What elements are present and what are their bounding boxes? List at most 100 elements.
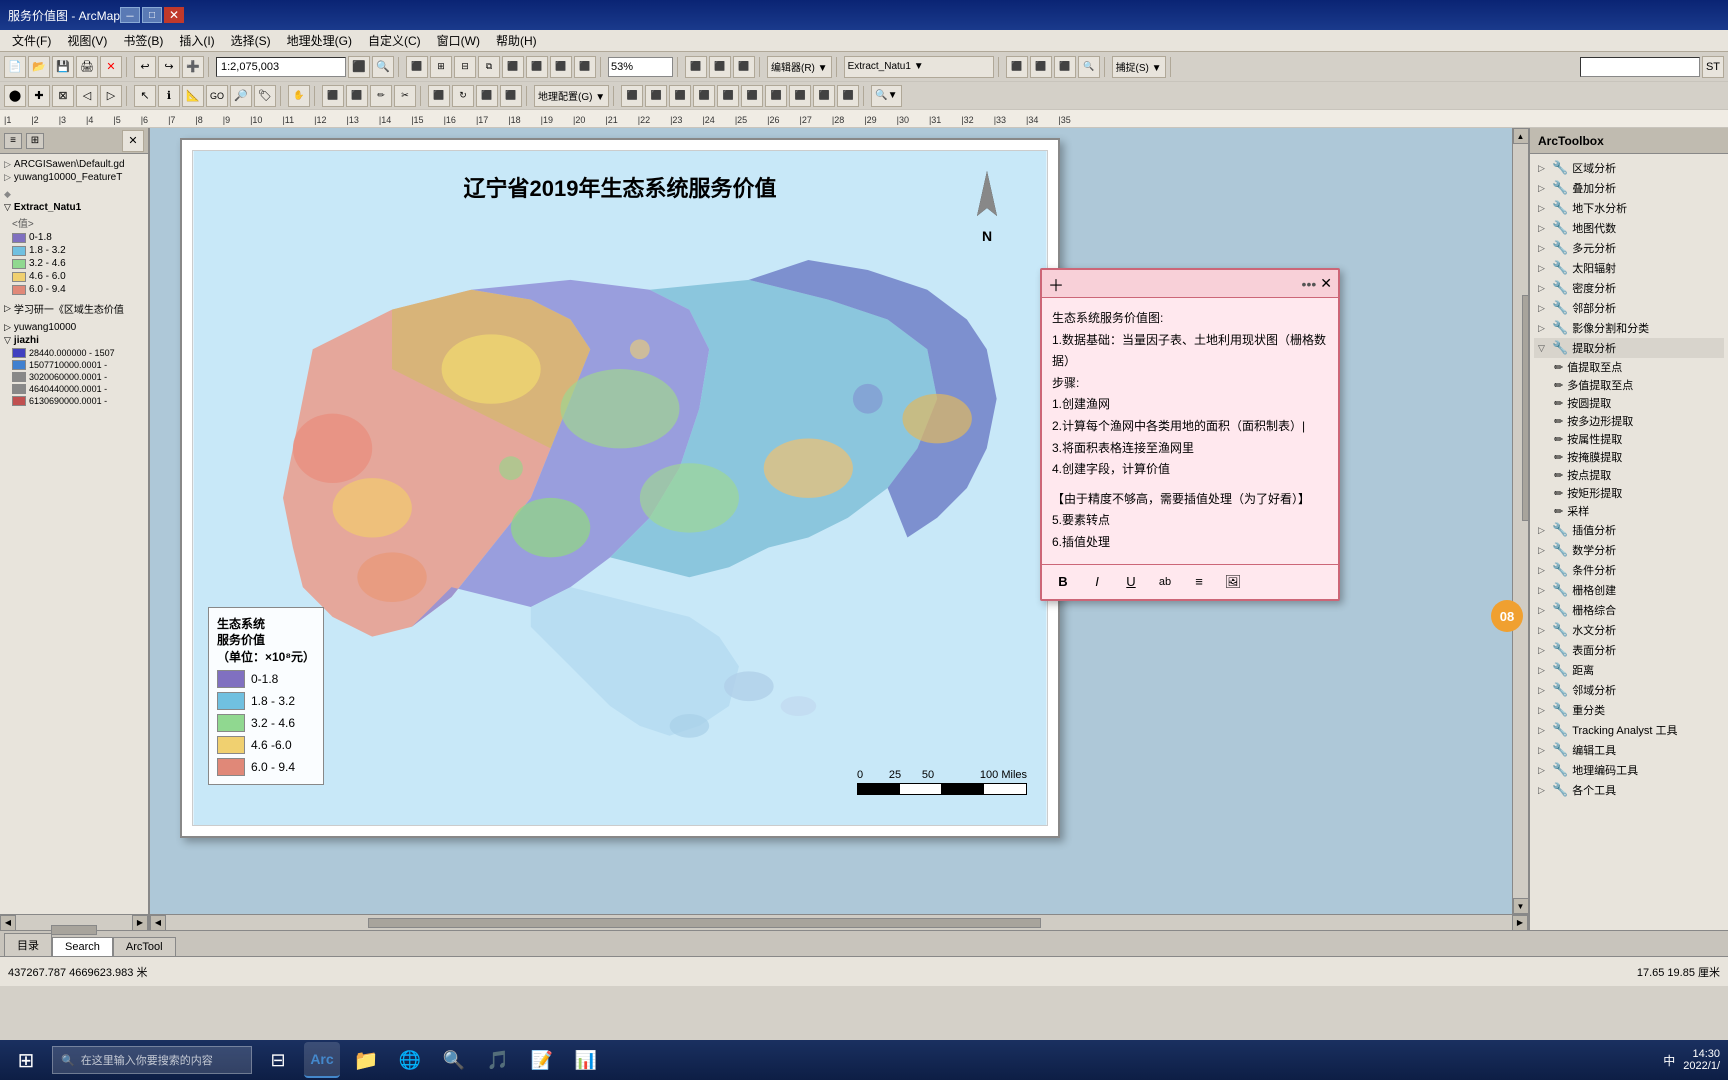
scroll-up[interactable]: ▲ [1513,128,1529,144]
menu-customize[interactable]: 自定义(C) [360,30,429,51]
editor-btn[interactable]: 编辑器(R) ▼ [767,56,832,78]
tb2-select[interactable]: ↖ [134,85,156,107]
panel-close[interactable]: ✕ [122,130,144,152]
tb2-a3[interactable]: ⬛ [669,85,691,107]
format-code[interactable]: ab [1154,571,1176,593]
tb2-vertex2[interactable]: ⬛ [346,85,368,107]
task-view-button[interactable]: ⊟ [260,1042,296,1078]
tree-item-editing[interactable]: ▷ 🔧 编辑工具 [1534,740,1724,760]
close-button[interactable]: ✕ [164,7,184,23]
tb2-edit[interactable]: ✏ [370,85,392,107]
panel-icon-grid[interactable]: ⊞ [26,133,44,149]
tb-e3[interactable]: ⬛ [733,56,755,78]
scroll-thumb[interactable] [51,925,97,935]
tree-item-interpolation[interactable]: ▷ 🔧 插值分析 [1534,520,1724,540]
leaf-extract-circle[interactable]: ✏ 按圆提取 [1550,394,1724,412]
tb2-a7[interactable]: ⬛ [765,85,787,107]
tb2-a5[interactable]: ⬛ [717,85,739,107]
format-image[interactable]: 🖼 [1222,571,1244,593]
menu-view[interactable]: 视图(V) [59,30,115,51]
tree-item-neighborhood[interactable]: ▷ 🔧 邻域分析 [1534,680,1724,700]
tb2-mirror[interactable]: ⬛ [500,85,522,107]
tree-item-overlay[interactable]: ▷ 🔧 叠加分析 [1534,178,1724,198]
tb-last[interactable]: ST [1702,56,1724,78]
scroll-hright[interactable]: ▶ [1512,915,1528,931]
tb2-zoom-drop[interactable]: 🔍▼ [871,85,901,107]
leaf-extract-multipoint[interactable]: ✏ 多值提取至点 [1550,376,1724,394]
tb-e1[interactable]: ⬛ [685,56,707,78]
tb-z7[interactable]: ⬛ [550,56,572,78]
tree-item-solar[interactable]: ▷ 🔧 太阳辐射 [1534,258,1724,278]
tb2-identify[interactable]: 🏷 [254,85,276,107]
menu-help[interactable]: 帮助(H) [488,30,545,51]
tb-zoom-layer[interactable]: 🔍 [372,56,394,78]
capture-btn[interactable]: 捕捉(S) ▼ [1112,56,1166,78]
files-app[interactable]: 📁 [348,1042,384,1078]
notepad-app[interactable]: 📝 [524,1042,560,1078]
tb-f1[interactable]: ⬛ [1006,56,1028,78]
leaf-extract-mask[interactable]: ✏ 按掩膜提取 [1550,448,1724,466]
search-app[interactable]: 🔍 [436,1042,472,1078]
tb-open[interactable]: 📂 [28,56,50,78]
tb-z3[interactable]: ⊟ [454,56,476,78]
geo-config[interactable]: 地理配置(G) ▼ [534,85,609,107]
tab-catalog[interactable]: 目录 [4,933,52,956]
panel-icon-list[interactable]: ≡ [4,133,22,149]
tree-item-hydro[interactable]: ▷ 🔧 水文分析 [1534,620,1724,640]
menu-bookmark[interactable]: 书签(B) [115,30,171,51]
tb2-1[interactable]: ⬤ [4,85,26,107]
tb2-a10[interactable]: ⬛ [837,85,859,107]
tree-item-area[interactable]: ▷ 🔧 区域分析 [1534,158,1724,178]
tb-e2[interactable]: ⬛ [709,56,731,78]
minimize-button[interactable]: － [120,7,140,23]
tb-new[interactable]: 📄 [4,56,26,78]
music-app[interactable]: 🎵 [480,1042,516,1078]
maximize-button[interactable]: □ [142,7,162,23]
tree-item-math[interactable]: ▷ 🔧 数学分析 [1534,540,1724,560]
leaf-extract-pt[interactable]: ✏ 按点提取 [1550,466,1724,484]
h-scrollbar[interactable]: ◀ ▶ [150,914,1528,930]
tb2-pan[interactable]: ✋ [288,85,310,107]
map-area[interactable]: 辽宁省2019年生态系统服务价值 N 生态系 [150,128,1512,914]
tb-z1[interactable]: ⬛ [406,56,428,78]
tree-item-condition[interactable]: ▷ 🔧 条件分析 [1534,560,1724,580]
tree-item-tracking[interactable]: ▷ 🔧 Tracking Analyst 工具 [1534,720,1724,740]
zoom-input[interactable] [608,57,673,77]
tb-undo[interactable]: ↩ [134,56,156,78]
scroll-left[interactable]: ◀ [0,915,16,931]
tb-print[interactable]: 🖨 [76,56,98,78]
tb2-find[interactable]: 🔎 [230,85,252,107]
tb-f4[interactable]: 🔍 [1078,56,1100,78]
tb-f2[interactable]: ⬛ [1030,56,1052,78]
tree-item-reclass[interactable]: ▷ 🔧 重分类 [1534,700,1724,720]
tree-item-surface[interactable]: ▷ 🔧 表面分析 [1534,640,1724,660]
menu-select[interactable]: 选择(S) [223,30,279,51]
search-box-top[interactable] [1580,57,1700,77]
menu-insert[interactable]: 插入(I) [171,30,222,51]
tb2-5[interactable]: ▷ [100,85,122,107]
tb2-info[interactable]: ℹ [158,85,180,107]
leaf-extract-rect[interactable]: ✏ 按矩形提取 [1550,484,1724,502]
tb-save[interactable]: 💾 [52,56,74,78]
excel-app[interactable]: 📊 [568,1042,604,1078]
scale-input[interactable] [216,57,346,77]
tree-item-distance[interactable]: ▷ 🔧 距离 [1534,660,1724,680]
note-add-icon[interactable]: ＋ [1048,272,1064,296]
browser-app[interactable]: 🌐 [392,1042,428,1078]
tree-item-geocoding[interactable]: ▷ 🔧 地理编码工具 [1534,760,1724,780]
tree-item-misc[interactable]: ▷ 🔧 各个工具 [1534,780,1724,800]
tree-item-mapalgebra[interactable]: ▷ 🔧 地图代数 [1534,218,1724,238]
tb2-2[interactable]: ✚ [28,85,50,107]
menu-window[interactable]: 窗口(W) [429,30,488,51]
scroll-down[interactable]: ▼ [1513,898,1529,914]
scroll-hleft[interactable]: ◀ [150,915,166,931]
tb-z2[interactable]: ⊞ [430,56,452,78]
leaf-extract-polygon[interactable]: ✏ 按多边形提取 [1550,412,1724,430]
arcmap-app[interactable]: Arc [304,1042,340,1078]
format-list[interactable]: ≡ [1188,571,1210,593]
tree-item-extract[interactable]: ▽ 🔧 提取分析 [1534,338,1724,358]
tb2-go[interactable]: GO [206,85,228,107]
note-more-icon[interactable]: ••• [1302,276,1317,292]
tb2-a4[interactable]: ⬛ [693,85,715,107]
tb2-a6[interactable]: ⬛ [741,85,763,107]
